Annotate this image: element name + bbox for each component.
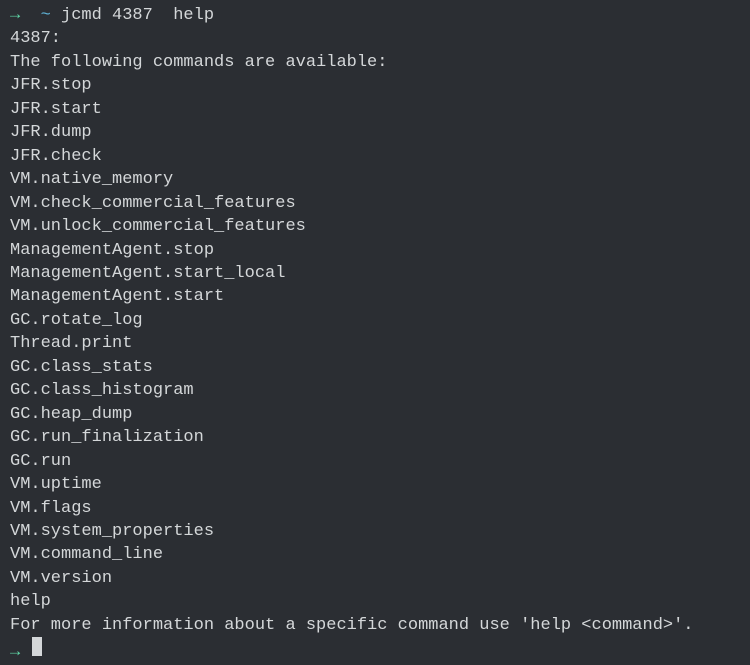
output-header: The following commands are available: bbox=[10, 51, 740, 74]
command-list-item: ManagementAgent.stop bbox=[10, 239, 740, 262]
command-list-item: ManagementAgent.start_local bbox=[10, 262, 740, 285]
output-pid: 4387: bbox=[10, 27, 740, 50]
command-list-item: GC.class_stats bbox=[10, 356, 740, 379]
command-list-item: ManagementAgent.start bbox=[10, 285, 740, 308]
command-list-item: VM.native_memory bbox=[10, 168, 740, 191]
entered-command: jcmd 4387 help bbox=[61, 4, 214, 27]
next-prompt-line[interactable]: → bbox=[10, 637, 740, 664]
prompt-cwd: ~ bbox=[30, 4, 61, 27]
cursor-icon bbox=[32, 637, 42, 656]
command-list-item: JFR.start bbox=[10, 98, 740, 121]
command-list-item: VM.uptime bbox=[10, 473, 740, 496]
command-list-item: GC.run_finalization bbox=[10, 426, 740, 449]
command-list-item: VM.flags bbox=[10, 497, 740, 520]
command-list-item: help bbox=[10, 590, 740, 613]
command-list-item: VM.version bbox=[10, 567, 740, 590]
command-list-item: JFR.check bbox=[10, 145, 740, 168]
command-list-item: GC.rotate_log bbox=[10, 309, 740, 332]
command-prompt-line: → ~ jcmd 4387 help bbox=[10, 4, 740, 27]
command-list-item: GC.heap_dump bbox=[10, 403, 740, 426]
command-list-item: JFR.stop bbox=[10, 74, 740, 97]
command-list-item: JFR.dump bbox=[10, 121, 740, 144]
prompt-arrow-icon: → bbox=[10, 4, 30, 27]
prompt-arrow-icon: → bbox=[10, 641, 30, 664]
command-list-item: VM.check_commercial_features bbox=[10, 192, 740, 215]
command-list-item: GC.run bbox=[10, 450, 740, 473]
command-list-item: VM.command_line bbox=[10, 543, 740, 566]
output-footer: For more information about a specific co… bbox=[10, 614, 740, 637]
command-list-item: VM.system_properties bbox=[10, 520, 740, 543]
commands-list: JFR.stopJFR.startJFR.dumpJFR.checkVM.nat… bbox=[10, 74, 740, 613]
command-list-item: GC.class_histogram bbox=[10, 379, 740, 402]
command-list-item: VM.unlock_commercial_features bbox=[10, 215, 740, 238]
command-list-item: Thread.print bbox=[10, 332, 740, 355]
